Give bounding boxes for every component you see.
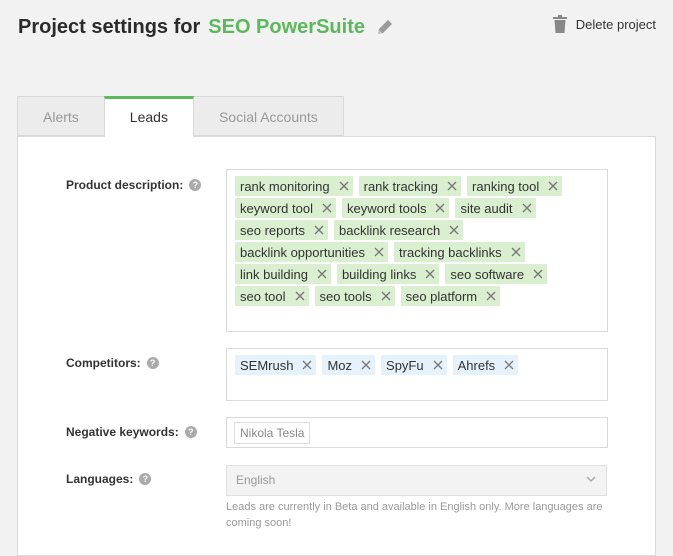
tag-chip: seo platform xyxy=(400,286,501,306)
tag-chip: rank tracking xyxy=(358,176,462,196)
negative-keywords-field[interactable]: Nikola Tesla xyxy=(226,417,608,448)
languages-label: Languages: ? xyxy=(66,472,152,486)
remove-tag-icon[interactable] xyxy=(425,269,435,279)
help-icon[interactable]: ? xyxy=(189,179,202,191)
tag-chip: Moz xyxy=(322,355,376,375)
tag-label: ranking tool xyxy=(472,178,540,194)
remove-tag-icon[interactable] xyxy=(314,225,324,235)
remove-tag-icon[interactable] xyxy=(449,225,459,235)
remove-tag-icon[interactable] xyxy=(374,247,384,257)
tag-label: seo tools xyxy=(319,288,372,304)
tag-chip: site audit xyxy=(455,198,536,218)
tag-chip: SpyFu xyxy=(381,355,447,375)
remove-tag-icon[interactable] xyxy=(361,360,371,370)
tag-chip: seo tool xyxy=(235,286,309,306)
remove-tag-icon[interactable] xyxy=(322,203,332,213)
remove-tag-icon[interactable] xyxy=(533,269,543,279)
tag-chip: seo software xyxy=(445,264,548,284)
remove-tag-icon[interactable] xyxy=(511,247,521,257)
tag-label: site audit xyxy=(460,200,513,216)
tag-chip: seo tools xyxy=(314,286,395,306)
tag-label: rank monitoring xyxy=(240,178,330,194)
remove-tag-icon[interactable] xyxy=(447,181,457,191)
trash-icon xyxy=(552,15,567,33)
tab-social-accounts[interactable]: Social Accounts xyxy=(192,96,344,136)
negative-keywords-label: Negative keywords: ? xyxy=(66,425,197,439)
remove-tag-icon[interactable] xyxy=(302,360,312,370)
product-description-field[interactable]: rank monitoring rank tracking ranking tool… xyxy=(226,169,608,332)
tag-label: SpyFu xyxy=(386,357,424,373)
page-title: Project settings for xyxy=(18,15,201,38)
tag-label: Moz xyxy=(327,357,353,373)
tag-label: backlink opportunities xyxy=(240,244,366,260)
tab-alerts[interactable]: Alerts xyxy=(17,96,105,136)
leads-panel: Product description: ? rank monitoring ra… xyxy=(17,136,656,556)
help-icon[interactable]: ? xyxy=(139,473,152,485)
competitors-tags: SEMrush Moz SpyFu Ahrefs xyxy=(227,349,607,377)
delete-project-button[interactable]: Delete project xyxy=(552,15,656,33)
product-description-tags: rank monitoring rank tracking ranking tool… xyxy=(227,170,607,308)
help-icon[interactable]: ? xyxy=(146,357,159,369)
product-description-label: Product description: ? xyxy=(66,178,202,192)
tag-chip: backlink opportunities xyxy=(235,242,389,262)
tag-label: keyword tools xyxy=(346,200,427,216)
tag-chip: keyword tool xyxy=(235,198,336,218)
tab-leads[interactable]: Leads xyxy=(103,96,194,137)
remove-tag-icon[interactable] xyxy=(522,203,532,213)
project-name: SEO PowerSuite xyxy=(208,15,365,38)
tag-label: rank tracking xyxy=(363,178,439,194)
tag-chip: seo reports xyxy=(235,220,329,240)
tag-label: seo reports xyxy=(240,222,306,238)
negative-keywords-placeholder: Nikola Tesla xyxy=(234,422,311,444)
help-icon[interactable]: ? xyxy=(184,426,197,438)
tag-label: seo tool xyxy=(240,288,286,304)
remove-tag-icon[interactable] xyxy=(504,360,514,370)
tag-label: SEMrush xyxy=(240,357,294,373)
tag-chip: rank monitoring xyxy=(235,176,353,196)
remove-tag-icon[interactable] xyxy=(339,181,349,191)
tag-chip: keyword tools xyxy=(341,198,450,218)
competitors-label: Competitors: ? xyxy=(66,356,159,370)
tag-label: building links xyxy=(341,266,417,282)
tag-label: seo platform xyxy=(405,288,478,304)
page-header: Project settings for SEO PowerSuite xyxy=(18,12,395,42)
remove-tag-icon[interactable] xyxy=(435,203,445,213)
tag-label: backlink research xyxy=(339,222,441,238)
remove-tag-icon[interactable] xyxy=(295,291,305,301)
tag-label: tracking backlinks xyxy=(399,244,502,260)
languages-select[interactable]: English xyxy=(226,465,607,496)
pencil-icon[interactable] xyxy=(375,17,395,37)
tag-label: Ahrefs xyxy=(457,357,496,373)
remove-tag-icon[interactable] xyxy=(548,181,558,191)
tag-chip: SEMrush xyxy=(235,355,317,375)
tag-label: keyword tool xyxy=(240,200,313,216)
remove-tag-icon[interactable] xyxy=(433,360,443,370)
tab-bar: Alerts Leads Social Accounts xyxy=(17,96,344,137)
remove-tag-icon[interactable] xyxy=(317,269,327,279)
remove-tag-icon[interactable] xyxy=(381,291,391,301)
tag-label: link building xyxy=(240,266,308,282)
tag-chip: tracking backlinks xyxy=(394,242,525,262)
remove-tag-icon[interactable] xyxy=(486,291,496,301)
languages-note: Leads are currently in Beta and availabl… xyxy=(226,501,603,529)
competitors-field[interactable]: SEMrush Moz SpyFu Ahrefs xyxy=(226,348,608,401)
tag-chip: Ahrefs xyxy=(452,355,519,375)
chevron-down-icon xyxy=(586,476,596,483)
tag-chip: building links xyxy=(336,264,440,284)
tag-label: seo software xyxy=(450,266,525,282)
tag-chip: ranking tool xyxy=(467,176,563,196)
delete-project-label: Delete project xyxy=(575,16,656,32)
tag-chip: backlink research xyxy=(334,220,464,240)
languages-value: English xyxy=(236,473,276,487)
tag-chip: link building xyxy=(235,264,331,284)
